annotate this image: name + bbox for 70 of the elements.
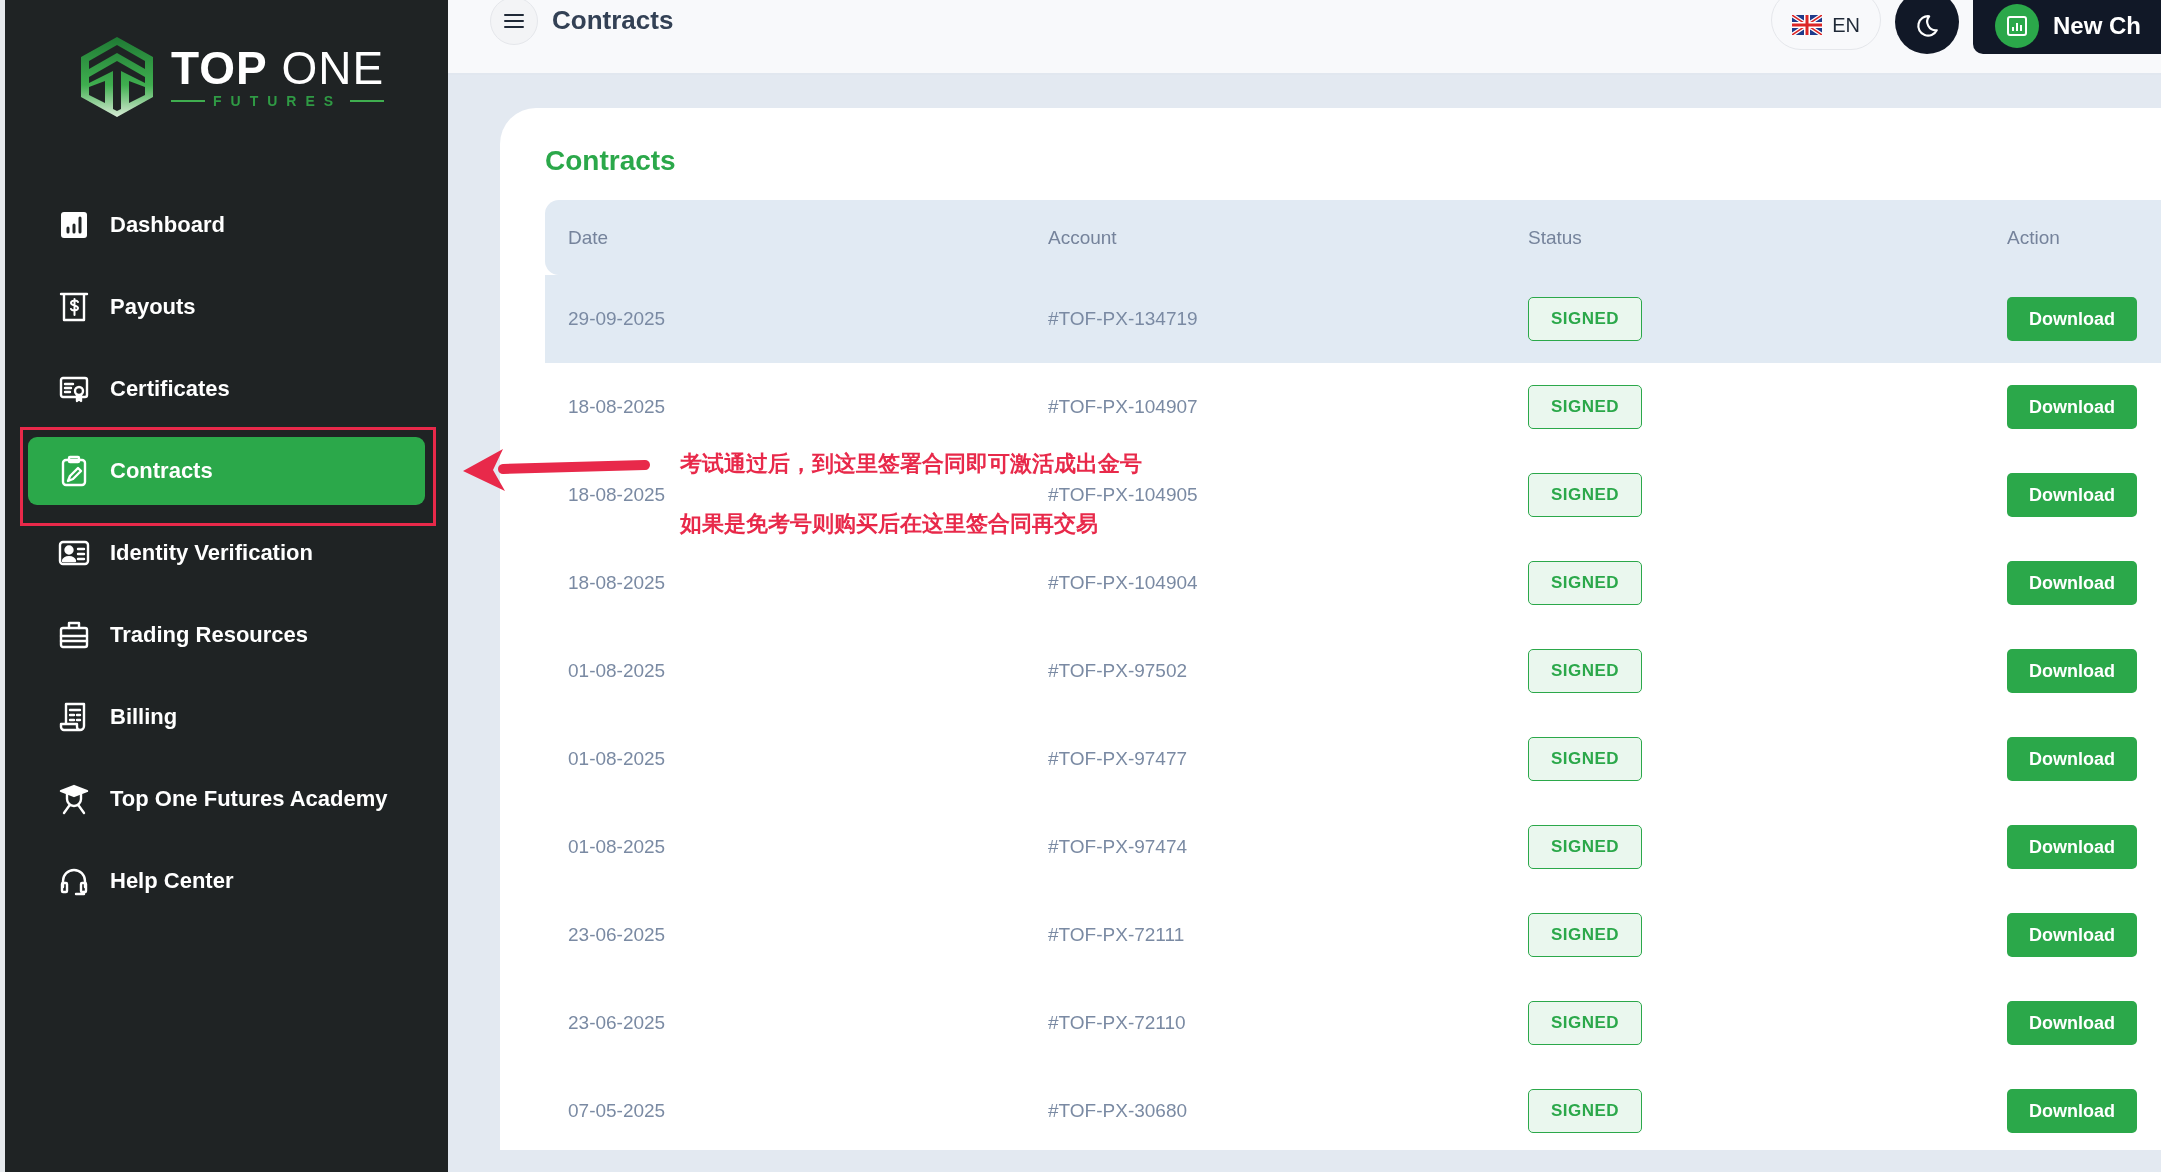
date-cell: 18-08-2025 <box>568 396 666 418</box>
download-button[interactable]: Download <box>2007 649 2137 693</box>
download-button[interactable]: Download <box>2007 913 2137 957</box>
download-button[interactable]: Download <box>2007 297 2137 341</box>
sidebar-item[interactable]: Certificates <box>28 355 425 423</box>
menu-button[interactable] <box>490 0 538 45</box>
date-cell: 18-08-2025 <box>568 484 666 506</box>
date-cell: 01-08-2025 <box>568 836 666 858</box>
moon-icon <box>1914 13 1940 39</box>
account-cell: #TOF-PX-104907 <box>1048 396 1198 418</box>
column-header: Account <box>1048 226 1117 249</box>
dollar-bill-icon <box>58 291 90 323</box>
flag-icon <box>1792 15 1823 35</box>
sidebar-item[interactable]: Dashboard <box>28 191 425 259</box>
sidebar-item[interactable]: Trading Resources <box>28 601 425 669</box>
annotation-note: 如果是免考号则购买后在这里签合同再交易 <box>680 510 1099 538</box>
chart-icon <box>58 209 90 241</box>
sidebar-item[interactable]: Payouts <box>28 273 425 341</box>
language-button[interactable]: EN <box>1771 0 1881 50</box>
column-header: Date <box>568 226 609 249</box>
status-badge: SIGNED <box>1528 1089 1642 1133</box>
chart-icon <box>1995 4 2039 48</box>
download-button[interactable]: Download <box>2007 1089 2137 1133</box>
status-badge: SIGNED <box>1528 737 1642 781</box>
sidebar-item[interactable]: Contracts <box>28 437 425 505</box>
download-button[interactable]: Download <box>2007 385 2137 429</box>
account-cell: #TOF-PX-97474 <box>1048 836 1188 858</box>
account-cell: #TOF-PX-30680 <box>1048 1100 1188 1122</box>
download-button[interactable]: Download <box>2007 561 2137 605</box>
status-badge: SIGNED <box>1528 473 1642 517</box>
account-cell: #TOF-PX-72111 <box>1048 924 1185 946</box>
download-button[interactable]: Download <box>2007 473 2137 517</box>
sidebar-item[interactable]: Identity Verification <box>28 519 425 587</box>
status-badge: SIGNED <box>1528 561 1642 605</box>
account-cell: #TOF-PX-134719 <box>1048 308 1198 330</box>
account-cell: #TOF-PX-104904 <box>1048 572 1198 594</box>
page-title: Contracts <box>552 5 674 36</box>
status-badge: SIGNED <box>1528 649 1642 693</box>
briefcase-icon <box>58 619 90 651</box>
column-header: Status <box>1528 226 1582 249</box>
download-button[interactable]: Download <box>2007 737 2137 781</box>
logo-title: TOP ONE <box>171 45 385 91</box>
column-header: Action <box>2007 226 2060 249</box>
sidebar-item[interactable]: Help Center <box>28 847 425 915</box>
section-heading: Contracts <box>545 145 677 178</box>
date-cell: 01-08-2025 <box>568 660 666 682</box>
logo-subtitle: FUTURES <box>213 93 343 109</box>
date-cell: 23-06-2025 <box>568 924 666 946</box>
account-cell: #TOF-PX-97477 <box>1048 748 1188 770</box>
date-cell: 23-06-2025 <box>568 1012 666 1034</box>
new-challenge-button[interactable]: New Ch <box>1973 0 2161 54</box>
download-button[interactable]: Download <box>2007 1001 2137 1045</box>
account-cell: #TOF-PX-104905 <box>1048 484 1198 506</box>
status-badge: SIGNED <box>1528 1001 1642 1045</box>
status-badge: SIGNED <box>1528 825 1642 869</box>
status-badge: SIGNED <box>1528 385 1642 429</box>
status-badge: SIGNED <box>1528 297 1642 341</box>
date-cell: 01-08-2025 <box>568 748 666 770</box>
date-cell: 29-09-2025 <box>568 308 666 330</box>
sidebar-item[interactable]: Top One Futures Academy <box>28 765 425 833</box>
theme-button[interactable] <box>1895 0 1959 54</box>
annotation-note: 考试通过后，到这里签署合同即可激活成出金号 <box>680 450 1142 478</box>
graduate-icon <box>58 783 90 815</box>
status-badge: SIGNED <box>1528 913 1642 957</box>
date-cell: 18-08-2025 <box>568 572 666 594</box>
download-button[interactable]: Download <box>2007 825 2137 869</box>
date-cell: 07-05-2025 <box>568 1100 666 1122</box>
sidebar-item[interactable]: Billing <box>28 683 425 751</box>
account-cell: #TOF-PX-97502 <box>1048 660 1188 682</box>
account-cell: #TOF-PX-72110 <box>1048 1012 1186 1034</box>
